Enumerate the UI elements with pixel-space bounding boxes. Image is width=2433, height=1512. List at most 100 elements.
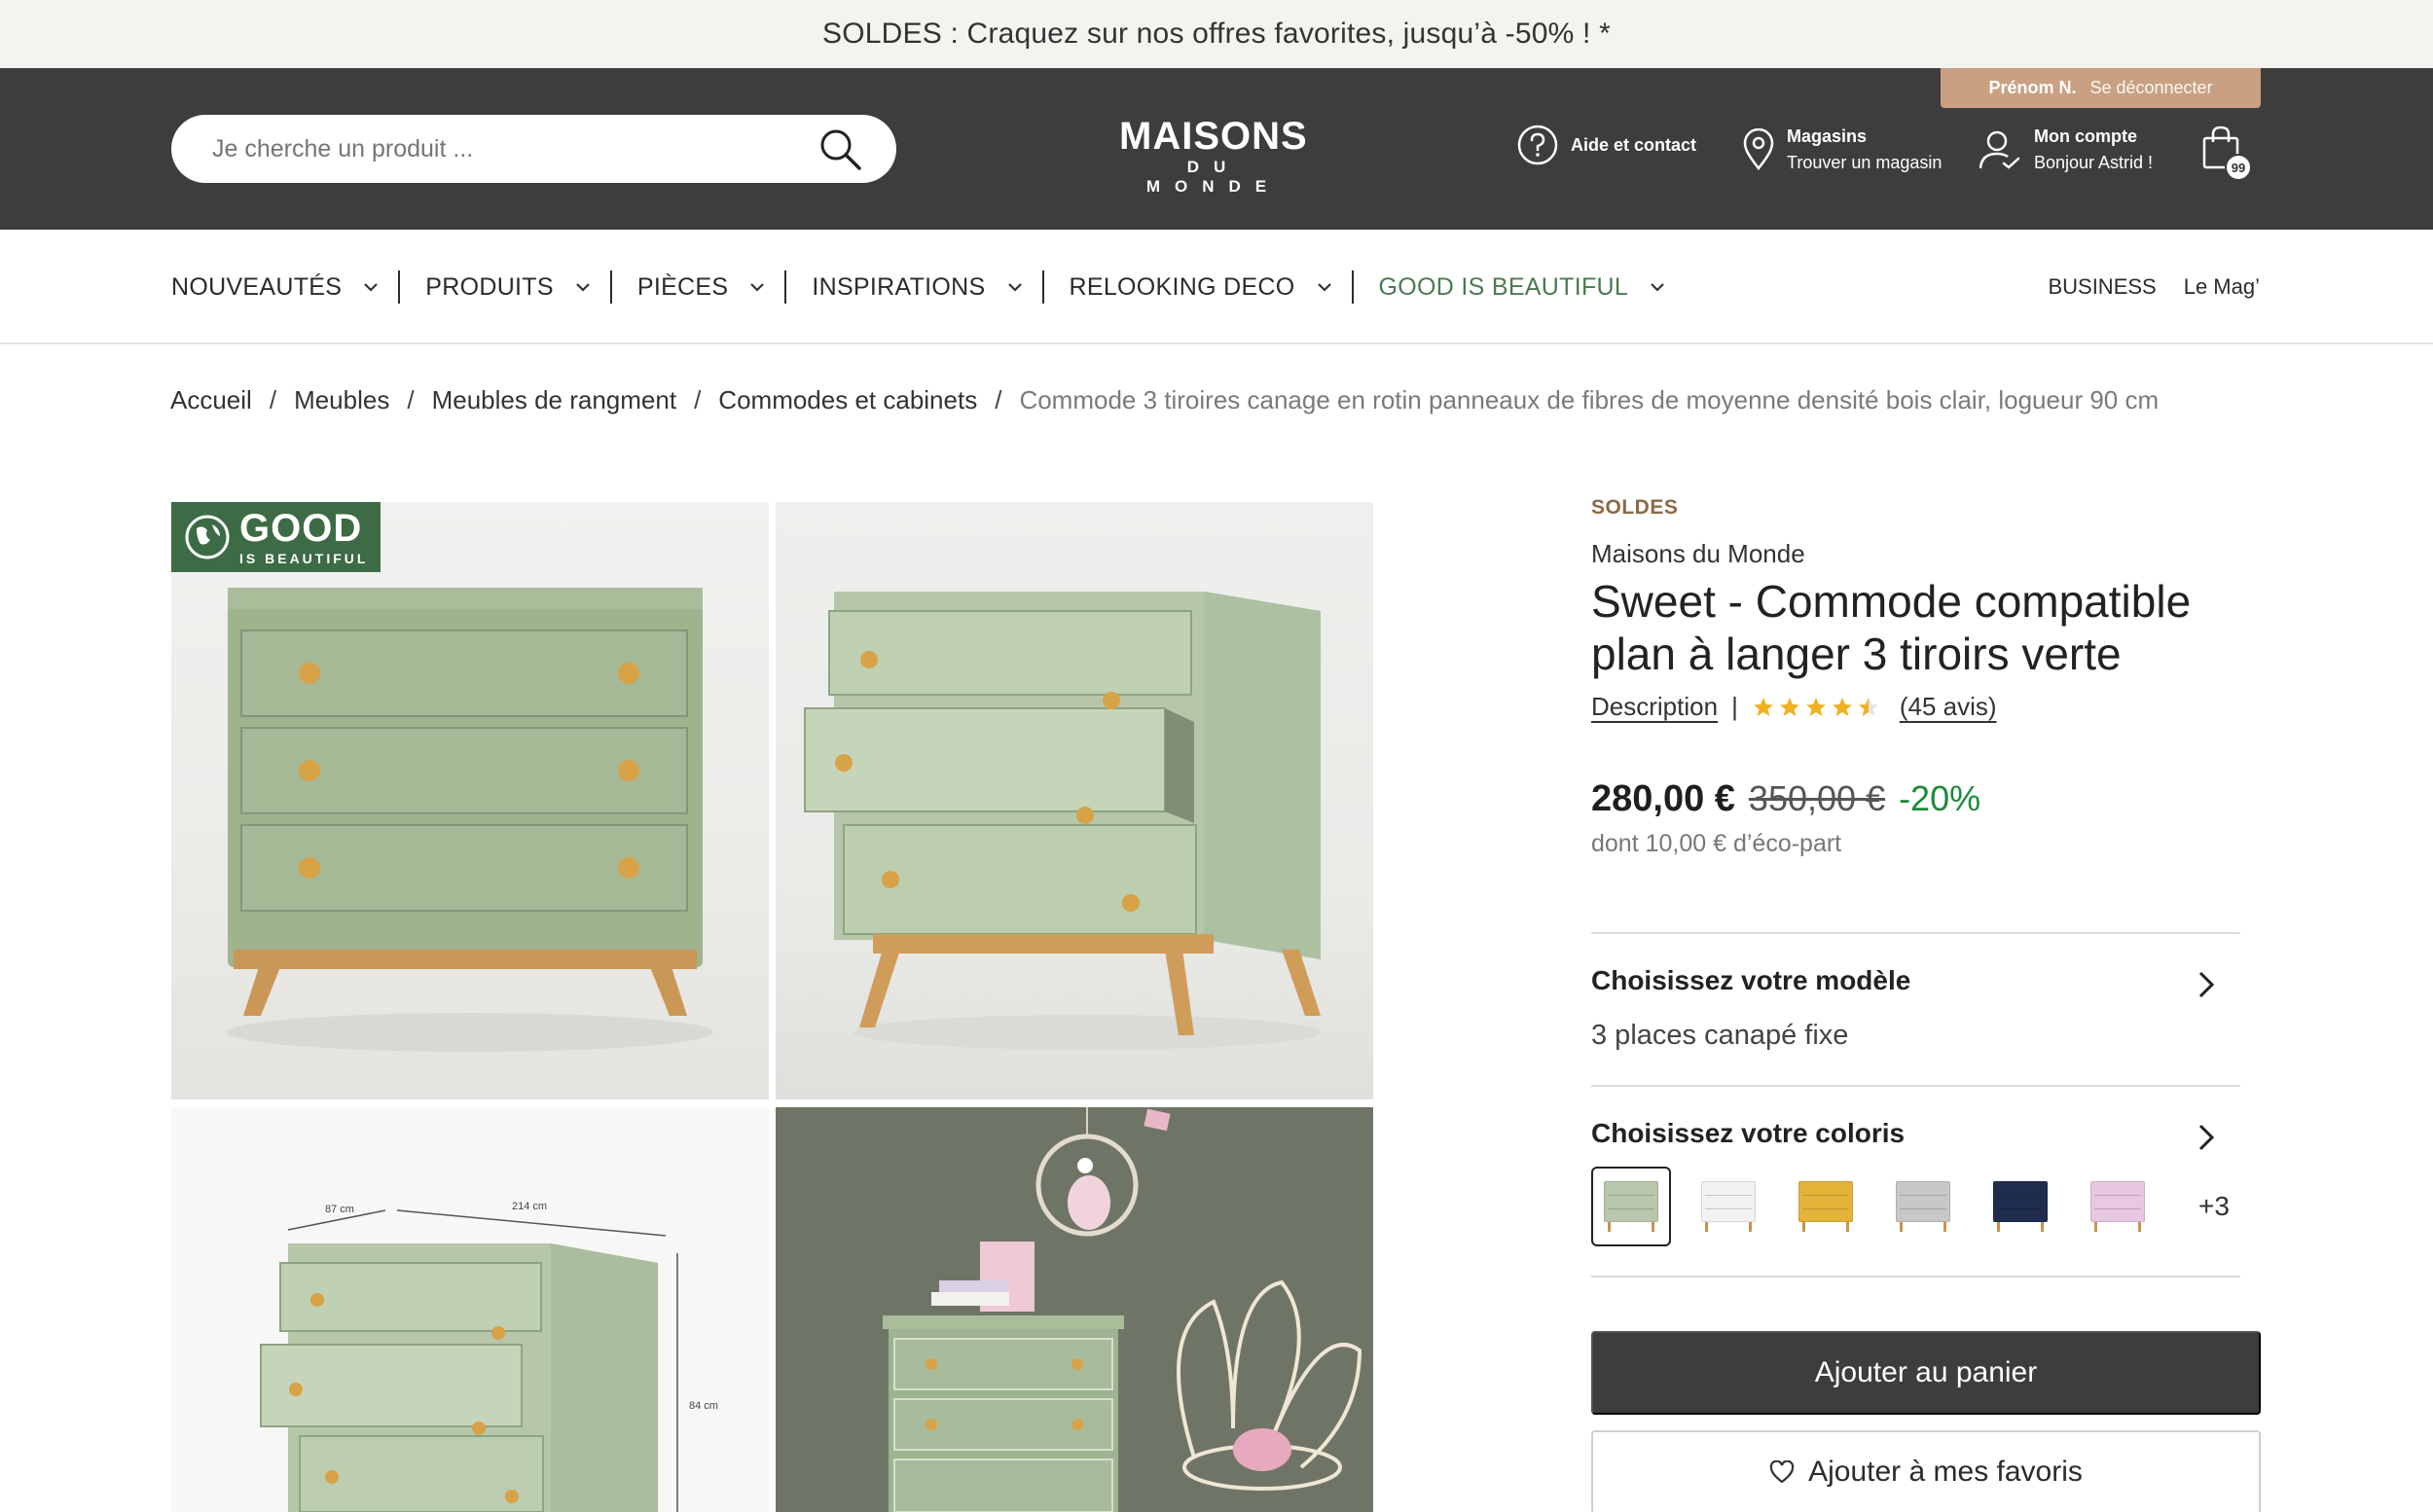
main-nav: NOUVEAUTÉS PRODUITS PIÈCES INSPIRATIONS …	[0, 230, 2433, 344]
site-header: Prénom N. Se déconnecter MAISONS DU MOND…	[0, 68, 2433, 230]
nav-link-le-mag[interactable]: Le Mag’	[2184, 274, 2260, 300]
nav-divider	[1041, 270, 1044, 304]
lifestyle-scene-illustration	[776, 1107, 1373, 1512]
chevron-down-icon	[750, 283, 765, 292]
user-name: Prénom N.	[1988, 78, 2077, 97]
description-link[interactable]: Description	[1591, 692, 1718, 722]
rating-separator: |	[1731, 692, 1738, 721]
good-is-beautiful-badge: GOOD IS BEAUTIFUL	[171, 502, 381, 572]
star-icon	[1779, 697, 1799, 716]
product-image-front[interactable]	[171, 502, 769, 1099]
stores-subtitle: Trouver un magasin	[1787, 153, 1943, 172]
nav-label: PRODUITS	[425, 272, 554, 301]
add-to-favorites-label: Ajouter à mes favoris	[1808, 1456, 2083, 1488]
color-selector-title: Choisissez votre coloris	[1591, 1118, 1906, 1148]
account-link[interactable]: Mon compte Bonjour Astrid !	[1978, 124, 2153, 176]
nav-item-pieces[interactable]: PIÈCES	[637, 273, 785, 302]
model-selector-value: 3 places canapé fixe	[1591, 1020, 1849, 1051]
nav-label: PIÈCES	[636, 272, 729, 301]
account-title: Mon compte	[2034, 126, 2137, 146]
breadcrumb-separator: /	[694, 385, 702, 414]
color-swatch[interactable]	[1980, 1167, 2060, 1246]
color-swatch[interactable]	[2078, 1167, 2158, 1246]
promo-banner[interactable]: SOLDES : Craquez sur nos offres favorite…	[0, 0, 2433, 68]
logout-link[interactable]: Se déconnecter	[2089, 78, 2212, 98]
star-icon	[1753, 697, 1773, 716]
color-swatch[interactable]	[1591, 1167, 1671, 1246]
dresser-angle-illustration	[804, 592, 1321, 1050]
model-selector-title: Choisissez votre modèle	[1591, 965, 1911, 995]
rating-stars[interactable]	[1752, 696, 1880, 719]
nav-item-nouveautes[interactable]: NOUVEAUTÉS	[171, 273, 398, 302]
nav-label: INSPIRATIONS	[812, 272, 986, 301]
add-to-favorites-button[interactable]: Ajouter à mes favoris	[1591, 1430, 2261, 1512]
product-image-angle[interactable]	[776, 502, 1373, 1099]
color-selector: Choisissez votre coloris +3	[1591, 1085, 2240, 1278]
breadcrumb-item[interactable]: Meubles	[294, 385, 389, 415]
product-image-lifestyle[interactable]	[776, 1107, 1373, 1512]
rating-row: Description | (45 avis)	[1591, 692, 2263, 722]
user-tab: Prénom N. Se déconnecter	[1941, 68, 2261, 108]
nav-item-produits[interactable]: PRODUITS	[425, 273, 610, 302]
reviews-link[interactable]: (45 avis)	[1900, 692, 1997, 722]
help-icon	[1517, 125, 1558, 165]
product-image-dimensions[interactable]: 87 cm 214 cm 84 cm	[171, 1107, 769, 1512]
nav-divider	[609, 270, 612, 304]
breadcrumb-current: Commode 3 tiroires canage en rotin panne…	[1019, 385, 2160, 414]
dim-height: 84 cm	[689, 1400, 718, 1412]
search-icon[interactable]	[817, 126, 863, 172]
price-row: 280,00 € 350,00 € -20%	[1591, 778, 2263, 820]
chevron-down-icon	[1651, 283, 1664, 292]
nav-link-business[interactable]: BUSINESS	[2048, 274, 2156, 300]
nav-divider	[398, 270, 401, 304]
logo-line-2: DU MONDE	[1145, 158, 1282, 196]
more-colors-link[interactable]: +3	[2198, 1191, 2230, 1222]
nav-divider	[1351, 270, 1354, 304]
color-swatch[interactable]	[1883, 1167, 1963, 1246]
color-swatch[interactable]	[1689, 1167, 1768, 1246]
site-logo[interactable]: MAISONS DU MONDE	[1119, 115, 1307, 196]
globe-icon	[185, 515, 230, 559]
star-half-icon	[1858, 697, 1878, 716]
chevron-right-icon[interactable]	[2196, 1122, 2217, 1153]
cart-count-badge: 99	[2225, 154, 2252, 181]
model-selector[interactable]: Choisissez votre modèle 3 places canapé …	[1591, 932, 2240, 1086]
account-icon	[1979, 130, 2020, 169]
nav-item-relooking-deco[interactable]: RELOOKING DECO	[1070, 273, 1352, 302]
nav-item-inspirations[interactable]: INSPIRATIONS	[812, 273, 1041, 302]
nav-item-good-is-beautiful[interactable]: GOOD IS BEAUTIFUL	[1379, 273, 1686, 302]
breadcrumb-separator: /	[269, 385, 277, 414]
location-icon	[1743, 128, 1774, 171]
badge-line-1: GOOD	[239, 507, 363, 550]
search-input[interactable]	[212, 134, 817, 163]
stores-title: Magasins	[1787, 126, 1868, 146]
help-link[interactable]: Aide et contact	[1516, 124, 1696, 166]
nav-label: GOOD IS BEAUTIFUL	[1378, 272, 1629, 301]
dresser-front-illustration	[227, 588, 713, 1052]
dresser-thumbnail	[1600, 1181, 1662, 1232]
nav-label: NOUVEAUTÉS	[171, 272, 343, 301]
search-bar	[171, 115, 896, 183]
chevron-right-icon	[2198, 971, 2215, 998]
chevron-down-icon	[1317, 283, 1331, 292]
dresser-thumbnail	[1795, 1181, 1857, 1232]
breadcrumb-separator: /	[407, 385, 415, 414]
account-greeting: Bonjour Astrid !	[2034, 153, 2154, 172]
product-title: Sweet - Commode compatible plan à langer…	[1591, 576, 2192, 679]
breadcrumb-item[interactable]: Accueil	[170, 385, 252, 415]
help-label: Aide et contact	[1571, 134, 1697, 155]
dim-width: 214 cm	[512, 1201, 547, 1212]
product-info: SOLDES Maisons du Monde Sweet - Commode …	[1591, 496, 2263, 858]
cart-button[interactable]: 99	[2201, 125, 2254, 183]
breadcrumb-item[interactable]: Meubles de rangment	[432, 385, 676, 415]
breadcrumb-item[interactable]: Commodes et cabinets	[718, 385, 977, 415]
color-swatch[interactable]	[1786, 1167, 1866, 1246]
chevron-down-icon	[1007, 283, 1022, 292]
stores-link[interactable]: Magasins Trouver un magasin	[1742, 124, 1942, 176]
product-brand[interactable]: Maisons du Monde	[1591, 539, 2263, 569]
heart-icon	[1769, 1460, 1795, 1484]
dresser-dimensions-illustration: 87 cm 214 cm 84 cm	[260, 1201, 718, 1512]
nav-divider	[784, 270, 787, 304]
star-icon	[1805, 697, 1826, 716]
add-to-cart-button[interactable]: Ajouter au panier	[1591, 1331, 2261, 1415]
